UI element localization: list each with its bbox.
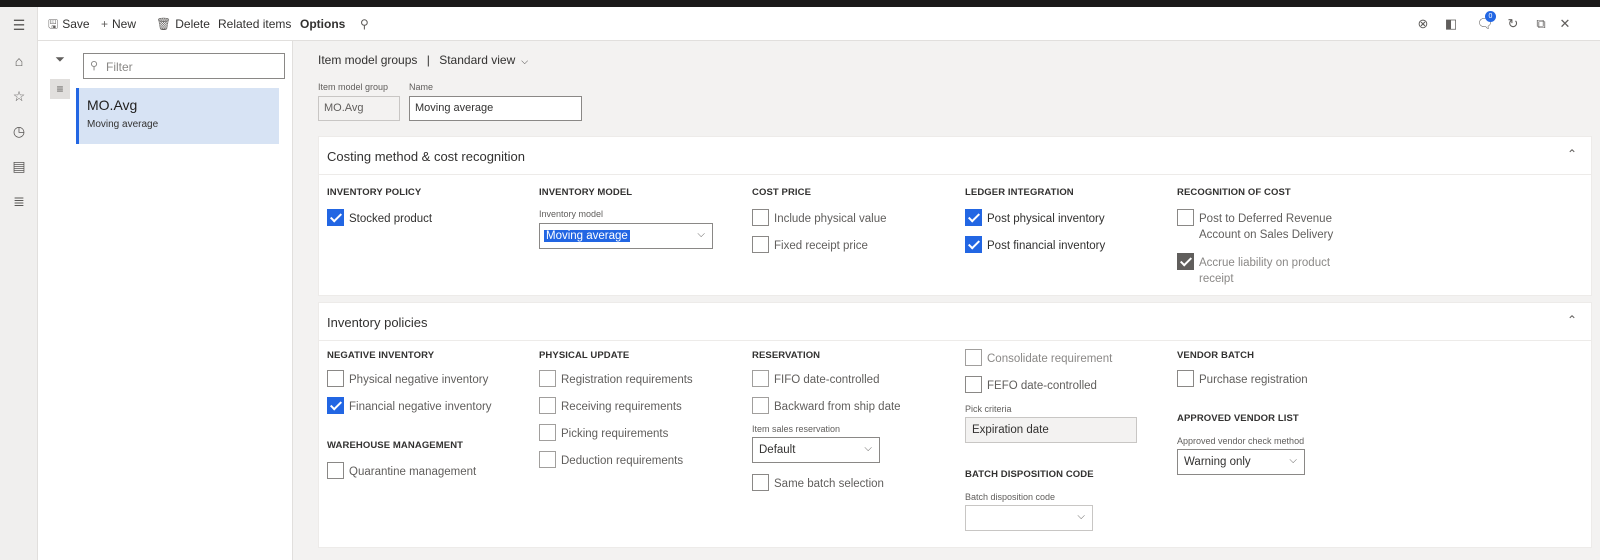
cost-price-heading: COST PRICE — [752, 187, 812, 198]
list-view-icon[interactable]: ≡ — [50, 79, 70, 99]
recognition-of-cost-heading: RECOGNITION OF COST — [1177, 187, 1291, 198]
title-bar — [0, 0, 1600, 7]
name-field[interactable]: Moving average — [409, 96, 582, 121]
save-icon: 🖫 — [48, 17, 59, 31]
approved-vendor-check-method-label: Approved vendor check method — [1177, 436, 1305, 446]
save-button[interactable]: 🖫 Save — [48, 7, 90, 41]
chevron-down-icon: ⌵ — [697, 229, 705, 240]
approved-vendor-check-method-select[interactable]: Warning only ⌵ — [1177, 449, 1305, 475]
options-tab[interactable]: Options — [300, 7, 345, 41]
hamburger-icon[interactable]: ☰ — [9, 15, 29, 35]
list-icon[interactable]: ≣ — [9, 191, 29, 211]
inventory-model-label: Inventory model — [539, 209, 604, 219]
inventory-policies-section: Inventory policies ⌃ NEGATIVE INVENTORY … — [318, 302, 1592, 548]
plus-icon: + — [101, 17, 109, 31]
search-icon: ⚲ — [90, 60, 99, 72]
breadcrumb: Item model groups | Standard view ⌵ — [318, 53, 529, 67]
page-title: Item model groups — [318, 53, 418, 67]
notification-icon[interactable]: 🗨 0 — [1476, 11, 1496, 33]
notification-badge: 0 — [1485, 11, 1496, 22]
name-label: Name — [409, 82, 434, 92]
negative-inventory-heading: NEGATIVE INVENTORY — [327, 350, 435, 361]
workspace-icon[interactable]: ▤ — [9, 156, 29, 176]
physical-update-heading: PHYSICAL UPDATE — [539, 350, 630, 361]
search-icon[interactable]: ⚲ — [360, 7, 369, 41]
filter-input[interactable]: ⚲ Filter — [83, 53, 285, 79]
view-selector[interactable]: Standard view — [439, 53, 515, 67]
batch-disposition-code-label: Batch disposition code — [965, 492, 1056, 502]
trash-icon: 🗑 — [156, 17, 172, 31]
approved-vendor-list-heading: APPROVED VENDOR LIST — [1177, 413, 1299, 424]
list-item[interactable]: MO.Avg Moving average — [76, 88, 279, 144]
home-icon[interactable]: ⌂ — [9, 51, 29, 71]
item-sales-reservation-label: Item sales reservation — [752, 424, 841, 434]
open-new-window-icon[interactable]: ⧉ — [1532, 15, 1550, 33]
office-icon[interactable]: ◧ — [1442, 15, 1460, 33]
inventory-model-select[interactable]: Moving average ⌵ — [539, 223, 713, 249]
delete-button[interactable]: 🗑 Delete — [156, 7, 210, 41]
pick-criteria-field: Expiration date — [965, 417, 1137, 443]
batch-disposition-code-heading: BATCH DISPOSITION CODE — [965, 469, 1094, 480]
pick-criteria-label: Pick criteria — [965, 404, 1012, 414]
chevron-down-icon[interactable]: ⌵ — [521, 56, 528, 66]
list-pane: ⏷ ≡ ⚲ Filter MO.Avg Moving average — [38, 41, 293, 560]
chevron-up-icon[interactable]: ⌃ — [1567, 313, 1577, 327]
reservation-heading: RESERVATION — [752, 350, 821, 361]
clock-icon[interactable]: ◷ — [9, 121, 29, 141]
costing-section-header[interactable]: Costing method & cost recognition ⌃ — [319, 137, 1591, 175]
item-sales-reservation-select[interactable]: Default ⌵ — [752, 437, 880, 463]
vendor-batch-heading: VENDOR BATCH — [1177, 350, 1255, 361]
action-bar: 🖫 Save + New 🗑 Delete Related items Options… — [38, 7, 1600, 41]
filter-icon[interactable]: ⏷ — [50, 49, 70, 69]
batch-disposition-code-select[interactable]: ⌵ — [965, 505, 1093, 531]
close-icon[interactable]: ✕ — [1556, 15, 1574, 33]
item-model-group-label: Item model group — [318, 82, 389, 92]
navigation-rail: ☰ ⌂ ☆ ◷ ▤ ≣ — [0, 7, 38, 560]
refresh-icon[interactable]: ↻ — [1504, 15, 1522, 33]
new-button[interactable]: + New — [101, 7, 136, 41]
inventory-model-heading: INVENTORY MODEL — [539, 187, 633, 198]
chevron-up-icon[interactable]: ⌃ — [1567, 147, 1577, 161]
chevron-down-icon: ⌵ — [864, 443, 872, 454]
inventory-policies-header[interactable]: Inventory policies ⌃ — [319, 303, 1591, 341]
related-items-button[interactable]: Related items — [218, 7, 291, 41]
ledger-integration-heading: LEDGER INTEGRATION — [965, 187, 1074, 198]
chevron-down-icon: ⌵ — [1077, 511, 1085, 522]
chevron-down-icon: ⌵ — [1289, 455, 1297, 466]
star-icon[interactable]: ☆ — [9, 86, 29, 106]
item-model-group-field: MO.Avg — [318, 96, 400, 121]
inventory-policy-heading: INVENTORY POLICY — [327, 187, 422, 198]
power-apps-icon[interactable]: ⊗ — [1414, 15, 1432, 33]
costing-section: Costing method & cost recognition ⌃ INVE… — [318, 136, 1592, 296]
warehouse-management-heading: WAREHOUSE MANAGEMENT — [327, 440, 464, 451]
